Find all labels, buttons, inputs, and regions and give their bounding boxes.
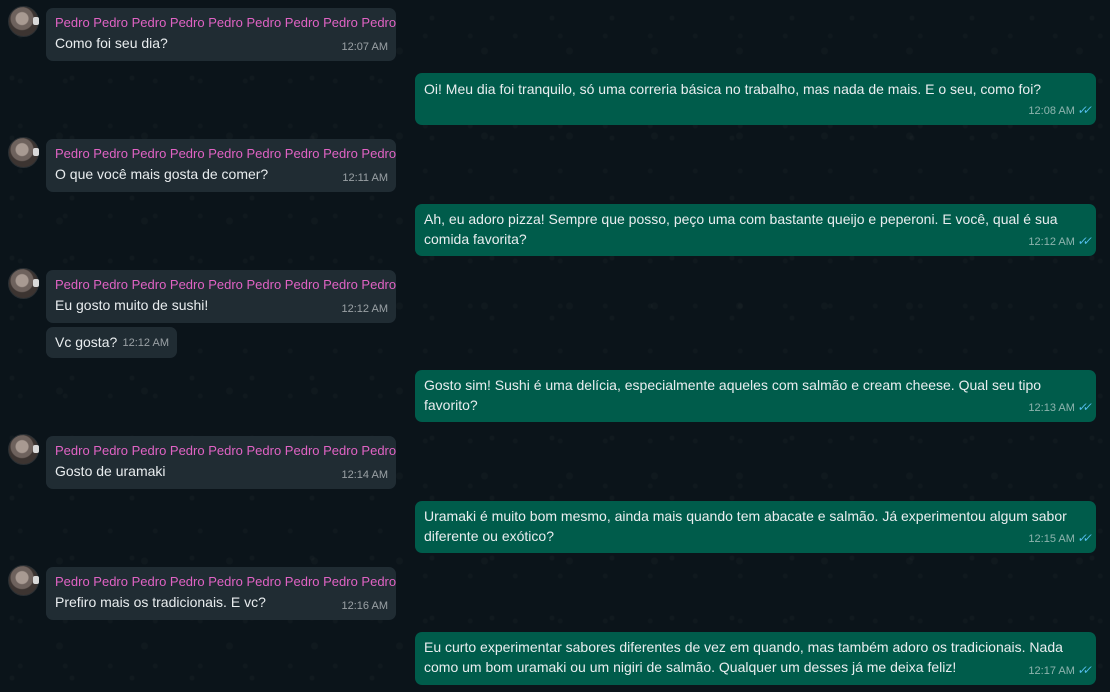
message-time: 12:16 AM (341, 600, 388, 612)
message-meta: 12:17 AM ✓✓ (1028, 660, 1090, 681)
chat-panel[interactable]: Pedro Pedro Pedro Pedro Pedro Pedro Pedr… (0, 0, 1110, 692)
message-bubble-outgoing[interactable]: Uramaki é muito bom mesmo, ainda mais qu… (415, 501, 1096, 553)
message-time: 12:15 AM (1028, 533, 1075, 545)
contact-avatar[interactable] (8, 268, 39, 299)
message-text: Prefiro mais os tradicionais. E vc? (55, 594, 266, 610)
contact-avatar[interactable] (8, 565, 39, 596)
message-time: 12:11 AM (342, 172, 388, 184)
avatar-badge-icon (33, 279, 39, 287)
avatar-badge-icon (33, 148, 39, 156)
message-time: 12:14 AM (341, 469, 388, 481)
message-time: 12:13 AM (1028, 402, 1075, 414)
message-bubble-incoming[interactable]: Pedro Pedro Pedro Pedro Pedro Pedro Pedr… (46, 270, 396, 323)
message-time: 12:12 AM (341, 303, 388, 315)
double-check-icon: ✓✓ (1076, 531, 1090, 545)
contact-avatar[interactable] (8, 6, 39, 37)
avatar-badge-icon (33, 576, 39, 584)
sender-name[interactable]: Pedro Pedro Pedro Pedro Pedro Pedro Pedr… (55, 573, 396, 590)
message-bubble-outgoing[interactable]: Gosto sim! Sushi é uma delícia, especial… (415, 370, 1096, 422)
message-bubble-outgoing[interactable]: Eu curto experimentar sabores diferentes… (415, 632, 1096, 685)
sender-name[interactable]: Pedro Pedro Pedro Pedro Pedro Pedro Pedr… (55, 14, 396, 31)
double-check-icon: ✓✓ (1076, 103, 1090, 117)
message-text: Ah, eu adoro pizza! Sempre que posso, pe… (424, 211, 1058, 247)
contact-avatar[interactable] (8, 137, 39, 168)
message-text: Gosto sim! Sushi é uma delícia, especial… (424, 377, 1042, 413)
avatar-badge-icon (33, 445, 39, 453)
double-check-icon: ✓✓ (1076, 663, 1090, 677)
message-bubble-incoming[interactable]: Pedro Pedro Pedro Pedro Pedro Pedro Pedr… (46, 8, 396, 61)
message-time: 12:07 AM (341, 41, 388, 53)
sender-name[interactable]: Pedro Pedro Pedro Pedro Pedro Pedro Pedr… (55, 145, 396, 162)
double-check-icon: ✓✓ (1076, 234, 1090, 248)
message-bubble-outgoing[interactable]: Oi! Meu dia foi tranquilo, só uma correr… (415, 73, 1096, 125)
message-bubble-outgoing[interactable]: Ah, eu adoro pizza! Sempre que posso, pe… (415, 204, 1096, 256)
message-text: Uramaki é muito bom mesmo, ainda mais qu… (424, 508, 1067, 544)
message-meta: 12:12 AM ✓✓ (1028, 231, 1090, 252)
message-bubble-incoming[interactable]: Pedro Pedro Pedro Pedro Pedro Pedro Pedr… (46, 139, 396, 192)
message-meta: 12:08 AM ✓✓ (1028, 100, 1090, 121)
message-bubble-incoming[interactable]: Vc gosta? 12:12 AM (46, 327, 177, 358)
message-time: 12:12 AM (1028, 236, 1075, 248)
message-time: 12:12 AM (122, 337, 169, 349)
avatar-badge-icon (33, 17, 39, 25)
message-text: Oi! Meu dia foi tranquilo, só uma correr… (424, 81, 1042, 97)
message-bubble-incoming[interactable]: Pedro Pedro Pedro Pedro Pedro Pedro Pedr… (46, 567, 396, 620)
message-text: Eu gosto muito de sushi! (55, 297, 209, 313)
message-time: 12:08 AM (1028, 105, 1075, 117)
message-meta: 12:15 AM ✓✓ (1028, 528, 1090, 549)
message-text: O que você mais gosta de comer? (55, 166, 269, 182)
message-meta: 12:13 AM ✓✓ (1028, 397, 1090, 418)
sender-name[interactable]: Pedro Pedro Pedro Pedro Pedro Pedro Pedr… (55, 442, 396, 459)
message-text: Como foi seu dia? (55, 35, 168, 51)
contact-avatar[interactable] (8, 434, 39, 465)
message-bubble-incoming[interactable]: Pedro Pedro Pedro Pedro Pedro Pedro Pedr… (46, 436, 396, 489)
message-text: Eu curto experimentar sabores diferentes… (424, 639, 1063, 675)
message-text: Gosto de uramaki (55, 463, 166, 479)
message-time: 12:17 AM (1028, 665, 1075, 677)
double-check-icon: ✓✓ (1076, 400, 1090, 414)
sender-name[interactable]: Pedro Pedro Pedro Pedro Pedro Pedro Pedr… (55, 276, 396, 293)
